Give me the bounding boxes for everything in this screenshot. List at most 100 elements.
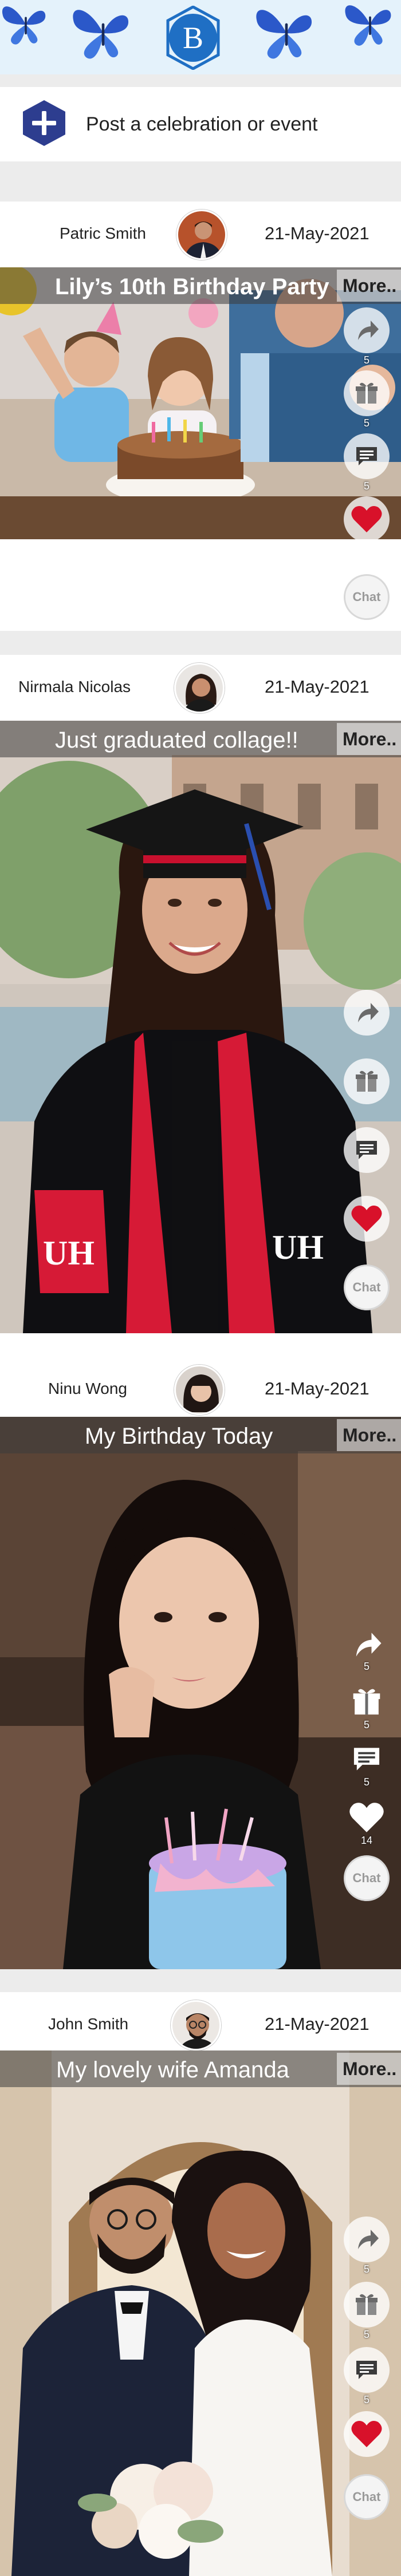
- post-date: 21-May-2021: [265, 2014, 369, 2034]
- comment-icon: [356, 2361, 377, 2379]
- post-header: Ninu Wong 21-May-2021: [0, 1357, 401, 1423]
- share-icon: [358, 2230, 379, 2249]
- post-photo[interactable]: My Birthday Today More.. 5 5 5 14 Chat: [0, 1417, 401, 1969]
- divider: [0, 161, 401, 202]
- birthday-photo: [0, 1417, 401, 1969]
- comment-button[interactable]: [344, 1127, 390, 1173]
- post-card: Nirmala Nicolas 21-May-2021 UH UH Just g…: [0, 655, 401, 1357]
- author-name[interactable]: Patric Smith: [60, 224, 146, 243]
- svg-text:B: B: [183, 21, 203, 55]
- comment-icon: [356, 447, 377, 465]
- chat-button[interactable]: Chat: [344, 1265, 390, 1310]
- post-photo[interactable]: My lovely wife Amanda More.. 5 5 5 Chat: [0, 2050, 401, 2576]
- post-caption: My Birthday Today: [85, 1424, 273, 1449]
- gift-icon: [356, 1070, 378, 1092]
- gift-button[interactable]: [344, 370, 390, 416]
- plus-icon[interactable]: [19, 98, 69, 148]
- divider: [0, 74, 401, 87]
- gift-count: 5: [363, 2329, 369, 2340]
- post-composer[interactable]: Post a celebration or event: [0, 87, 401, 161]
- post-header: Patric Smith 21-May-2021: [0, 202, 401, 267]
- graduation-photo: UH UH: [0, 721, 401, 1333]
- butterfly-icon: [2, 6, 46, 45]
- svg-text:UH: UH: [43, 1234, 95, 1272]
- svg-text:UH: UH: [272, 1228, 324, 1266]
- avatar[interactable]: [176, 210, 227, 260]
- share-count: 5: [363, 2263, 369, 2275]
- gift-count: 5: [363, 1719, 369, 1730]
- action-rail: 5 5 5 14 Chat: [344, 1622, 390, 1942]
- avatar[interactable]: [171, 2000, 221, 2050]
- gift-button[interactable]: [344, 1679, 390, 1725]
- author-name[interactable]: John Smith: [48, 2015, 128, 2033]
- chat-button[interactable]: Chat: [344, 2474, 390, 2520]
- butterfly-icon: [345, 5, 391, 46]
- like-count: 14: [360, 1835, 373, 1846]
- comment-button[interactable]: [344, 433, 390, 479]
- comment-button[interactable]: [344, 1736, 390, 1782]
- action-rail: 5 5 5 Chat: [344, 2217, 390, 2571]
- share-icon: [358, 321, 379, 340]
- top-banner: B: [0, 0, 401, 74]
- author-name[interactable]: Ninu Wong: [48, 1380, 127, 1398]
- post-photo[interactable]: Lily’s 10th Birthday Party More.. 5 5 5: [0, 267, 401, 539]
- heart-icon: [351, 506, 382, 532]
- composer-prompt[interactable]: Post a celebration or event: [86, 113, 317, 136]
- share-button[interactable]: [344, 990, 390, 1036]
- gift-icon: [353, 1689, 380, 1715]
- comment-button[interactable]: [344, 2347, 390, 2393]
- post-card: Ninu Wong 21-May-2021 My Birthday Today …: [0, 1357, 401, 1969]
- post-date: 21-May-2021: [265, 1378, 369, 1398]
- comment-count: 5: [363, 1776, 369, 1788]
- comment-icon: [353, 1748, 380, 1771]
- post-date: 21-May-2021: [265, 677, 369, 697]
- like-button[interactable]: [344, 496, 390, 539]
- share-icon: [356, 1633, 382, 1657]
- gift-icon: [356, 2294, 378, 2315]
- heart-icon: [349, 1803, 384, 1832]
- heart-icon: [351, 1206, 382, 1232]
- comment-count: 5: [363, 2394, 369, 2405]
- author-name[interactable]: Nirmala Nicolas: [18, 678, 131, 696]
- action-rail: Chat: [344, 990, 390, 1310]
- butterfly-icon: [256, 10, 312, 59]
- butterfly-icon: [73, 10, 129, 59]
- post-photo[interactable]: UH UH Just graduated collage!! More.. Ch…: [0, 721, 401, 1333]
- more-button[interactable]: More..: [337, 1419, 401, 1451]
- divider: [0, 631, 401, 655]
- heart-icon: [351, 2421, 382, 2447]
- post-caption: My lovely wife Amanda: [56, 2057, 289, 2083]
- app-logo[interactable]: B: [161, 6, 225, 70]
- gift-button[interactable]: [344, 1058, 390, 1104]
- comment-count: 5: [363, 480, 369, 492]
- share-count: 5: [363, 1661, 369, 1672]
- like-button[interactable]: [344, 1196, 390, 1242]
- gift-icon: [356, 382, 378, 404]
- post-caption: Just graduated collage!!: [55, 728, 298, 753]
- gift-button[interactable]: [344, 2282, 390, 2328]
- share-icon: [358, 1003, 379, 1022]
- divider: [0, 1969, 401, 1992]
- share-button[interactable]: [344, 307, 390, 353]
- post-caption: Lily’s 10th Birthday Party: [55, 274, 329, 299]
- post-date: 21-May-2021: [265, 223, 369, 243]
- like-button[interactable]: [344, 2411, 390, 2457]
- more-button[interactable]: More..: [337, 2053, 401, 2085]
- post-header: Nirmala Nicolas 21-May-2021: [0, 655, 401, 721]
- share-count: 5: [363, 354, 369, 366]
- post-card: John Smith 21-May-2021 My lovely wife Am…: [0, 1992, 401, 2576]
- party-photo: [0, 267, 401, 539]
- comment-icon: [356, 1141, 377, 1159]
- post-card: Patric Smith 21-May-2021 Lily’s 10th Bir…: [0, 202, 401, 631]
- share-button[interactable]: [344, 2217, 390, 2262]
- more-button[interactable]: More..: [337, 270, 401, 302]
- action-rail: 5 5 5: [344, 307, 390, 539]
- post-header: John Smith 21-May-2021: [0, 1992, 401, 2058]
- more-button[interactable]: More..: [337, 723, 401, 755]
- wedding-photo: [0, 2050, 401, 2576]
- chat-button[interactable]: Chat: [344, 1855, 390, 1901]
- chat-button[interactable]: Chat: [344, 574, 390, 620]
- avatar[interactable]: [174, 663, 225, 713]
- avatar[interactable]: [174, 1365, 225, 1415]
- like-button[interactable]: [344, 1795, 390, 1840]
